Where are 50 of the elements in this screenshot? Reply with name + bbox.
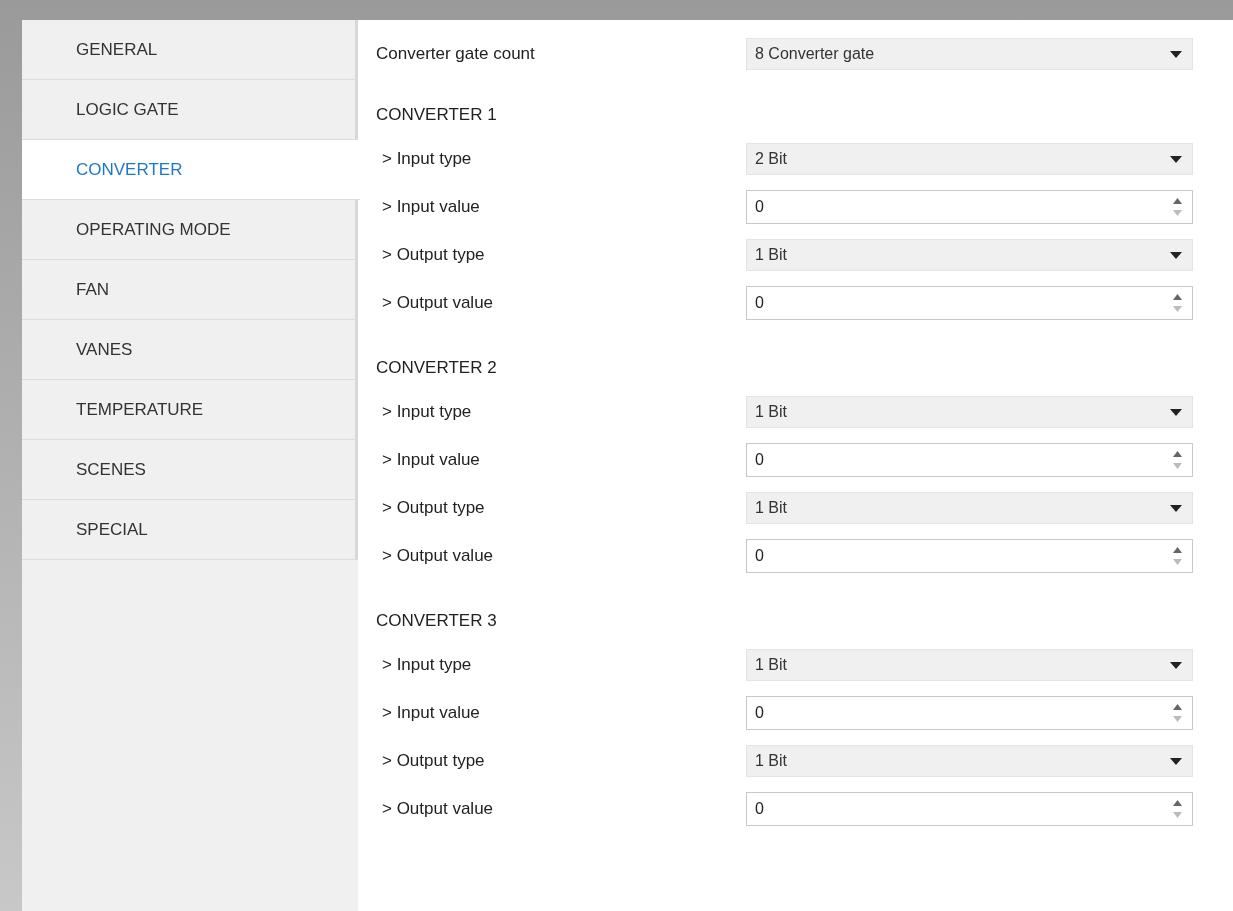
field-label: > Output value xyxy=(381,292,495,315)
sidebar-item[interactable]: CONVERTER xyxy=(22,140,360,200)
sidebar-item[interactable]: SCENES xyxy=(22,440,358,500)
sidebar-item[interactable]: OPERATING MODE xyxy=(22,200,358,260)
sidebar-item[interactable]: GENERAL xyxy=(22,20,358,80)
section-title: CONVERTER 3 xyxy=(376,610,497,633)
caret-icon xyxy=(1170,504,1182,512)
dropdown[interactable]: 1 Bit xyxy=(746,492,1193,524)
dropdown[interactable]: 8 Converter gate xyxy=(746,38,1193,70)
sidebar-item[interactable]: SPECIAL xyxy=(22,500,358,560)
caret-icon xyxy=(1170,251,1182,259)
dropdown[interactable]: 1 Bit xyxy=(746,745,1193,777)
spinner-arrows-icon xyxy=(1173,293,1182,313)
number-field[interactable]: 0 xyxy=(746,286,1193,320)
caret-icon xyxy=(1170,757,1182,765)
field-label: > Input type xyxy=(381,654,473,677)
field-label: > Input type xyxy=(381,148,473,171)
field-label: > Output value xyxy=(381,798,495,821)
field-label: > Input type xyxy=(381,401,473,424)
number-field[interactable]: 0 xyxy=(746,696,1193,730)
number-field[interactable]: 0 xyxy=(746,792,1193,826)
dropdown[interactable]: 1 Bit xyxy=(746,396,1193,428)
number-field[interactable]: 0 xyxy=(746,190,1193,224)
sidebar-item[interactable]: TEMPERATURE xyxy=(22,380,358,440)
section-title: CONVERTER 2 xyxy=(376,357,497,380)
number-field[interactable]: 0 xyxy=(746,539,1193,573)
dropdown[interactable]: 1 Bit xyxy=(746,649,1193,681)
field-label: > Input value xyxy=(381,449,481,472)
caret-icon xyxy=(1170,661,1182,669)
caret-icon xyxy=(1170,50,1182,58)
field-label: > Output type xyxy=(381,244,486,267)
field-label: > Output type xyxy=(381,750,486,773)
dropdown[interactable]: 2 Bit xyxy=(746,143,1193,175)
number-field[interactable]: 0 xyxy=(746,443,1193,477)
dropdown[interactable]: 1 Bit xyxy=(746,239,1193,271)
caret-icon xyxy=(1170,155,1182,163)
field-label: > Output type xyxy=(381,497,486,520)
spinner-arrows-icon xyxy=(1173,703,1182,723)
spinner-arrows-icon xyxy=(1173,799,1182,819)
spinner-arrows-icon xyxy=(1173,450,1182,470)
sidebar-item[interactable]: VANES xyxy=(22,320,358,380)
sidebar-item[interactable]: FAN xyxy=(22,260,358,320)
spinner-arrows-icon xyxy=(1173,546,1182,566)
caret-icon xyxy=(1170,408,1182,416)
field-label: Converter gate count xyxy=(376,43,536,66)
spinner-arrows-icon xyxy=(1173,197,1182,217)
field-label: > Input value xyxy=(381,702,481,725)
section-title: CONVERTER 1 xyxy=(376,104,497,127)
field-label: > Output value xyxy=(381,545,495,568)
field-label: > Input value xyxy=(381,196,481,219)
